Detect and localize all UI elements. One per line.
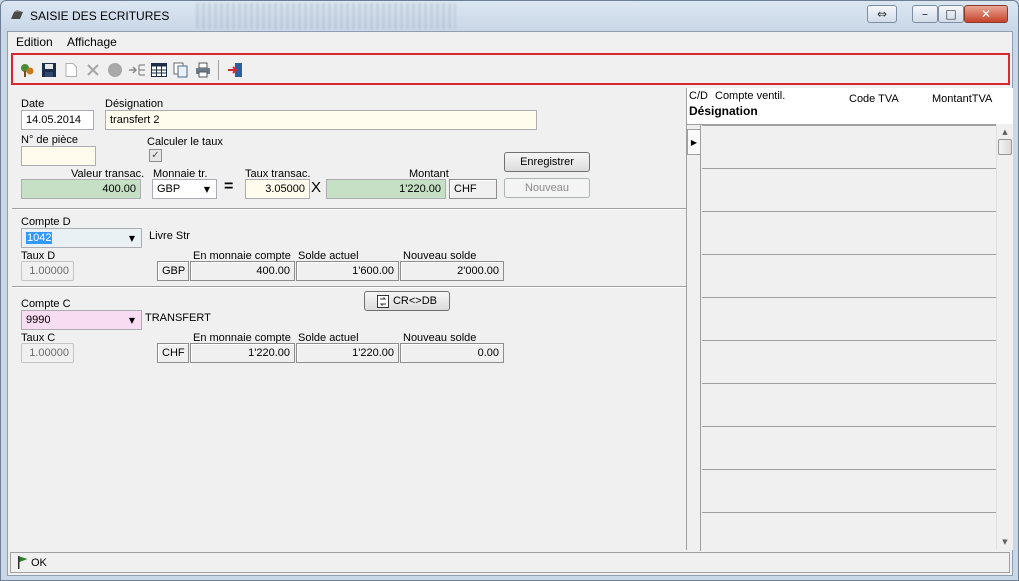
close-button[interactable]: ✕ [964,5,1008,23]
window-title: SAISIE DES ECRITURES [30,9,170,23]
maximize-button[interactable]: □ [938,5,964,23]
en-monnaie-d-value: 400.00 [190,261,295,281]
chevron-down-icon[interactable]: ▼ [200,182,214,196]
col-compte-ventil[interactable]: Compte ventil. [715,90,785,102]
tree-icon[interactable] [18,61,36,79]
app-icon [11,10,23,19]
menu-bar: Edition Affichage [8,32,1012,51]
save-icon[interactable] [40,61,58,79]
compte-c-label: Compte C [21,298,71,310]
compte-d-value: 1042 [26,232,53,244]
copy-icon[interactable] [172,61,190,79]
piece-label: N° de pièce [21,134,78,146]
divider-2 [12,286,686,288]
toolbar [11,53,1010,85]
print-icon[interactable] [194,61,212,79]
app-window: SAISIE DES ECRITURES ⇔ – □ ✕ Edition Aff… [0,0,1019,581]
menu-affichage[interactable]: Affichage [67,35,117,49]
scroll-thumb[interactable] [998,139,1012,155]
row-selector-column: ▶ [687,125,701,551]
valeur-field[interactable]: 400.00 [21,179,141,199]
minimize-button[interactable]: – [912,5,938,23]
ventilation-grid: C/D Compte ventil. Code TVA MontantTVA D… [686,88,1013,551]
designation-label: Désignation [105,98,164,110]
current-row-arrow-icon[interactable]: ▶ [687,129,701,155]
compte-c-select[interactable]: 9990 ▼ [21,310,142,330]
col-designation[interactable]: Désignation [689,104,758,118]
grid-row [702,469,997,470]
col-montant-tva[interactable]: MontantTVA [932,93,992,105]
taux-d-field: 1.00000 [21,261,74,281]
times-sign: X [311,179,322,196]
scroll-down-icon[interactable]: ▼ [997,534,1013,550]
chevron-down-icon[interactable]: ▼ [125,313,139,327]
delete-icon[interactable] [84,61,102,79]
menu-edition[interactable]: Edition [16,35,53,49]
compte-c-currency: CHF [157,343,189,363]
compte-c-value: 9990 [26,314,51,326]
nouveau-solde-c-value: 0.00 [400,343,504,363]
piece-field[interactable] [21,146,96,166]
scroll-up-icon[interactable]: ▲ [997,124,1013,140]
solde-actuel-d-value: 1'600.00 [296,261,399,281]
col-cd[interactable]: C/D [689,90,708,102]
compte-d-select[interactable]: 1042 ▼ [21,228,142,248]
chevron-down-icon[interactable]: ▼ [125,231,139,245]
monnaie-select[interactable]: GBP ▼ [152,179,217,199]
save-button[interactable]: Enregistrer [504,152,590,172]
new-document-icon[interactable] [62,61,80,79]
grid-row [702,340,997,341]
title-ghost-text [196,3,456,29]
grid-row [702,512,997,513]
title-bar: SAISIE DES ECRITURES ⇔ – □ ✕ [1,1,1018,31]
client-area: Edition Affichage Date 14.05.2014 Désign… [7,31,1013,576]
col-code-tva[interactable]: Code TVA [849,93,899,105]
grid-row [702,383,997,384]
monnaie-value: GBP [157,183,181,195]
entry-form: Date 14.05.2014 Désignation transfert 2 … [12,88,686,550]
compte-d-label: Compte D [21,216,71,228]
equals-sign: = [224,178,234,195]
nouveau-solde-d-value: 2'000.00 [400,261,504,281]
new-button[interactable]: Nouveau [504,178,590,198]
grid-row [702,168,997,169]
compte-d-name: Livre Str [149,230,190,242]
solde-actuel-c-value: 1'220.00 [296,343,399,363]
compte-d-currency: GBP [157,261,189,281]
record-icon[interactable] [106,61,124,79]
swap-icon [376,294,389,308]
restore-arrows-button[interactable]: ⇔ [867,5,897,23]
grid-row [702,125,997,126]
grid-row [702,211,997,212]
vertical-scrollbar[interactable]: ▲ ▼ [996,124,1013,550]
table-icon[interactable] [150,61,168,79]
grid-body: ▶ [687,124,997,551]
grid-row [702,426,997,427]
montant-field[interactable]: 1'220.00 [326,179,446,199]
calc-rate-checkbox[interactable]: ✓ [149,149,162,162]
status-bar: OK [10,552,1010,573]
montant-currency: CHF [449,179,497,199]
grid-row [702,297,997,298]
toolbar-separator [218,60,219,80]
grid-row [702,254,997,255]
indent-icon[interactable] [128,61,146,79]
calc-rate-label: Calculer le taux [147,136,223,148]
date-field[interactable]: 14.05.2014 [21,110,94,130]
taux-c-field: 1.00000 [21,343,74,363]
flag-icon [18,556,28,569]
swap-cr-db-button[interactable]: CR<>DB [364,291,450,311]
en-monnaie-c-value: 1'220.00 [190,343,295,363]
designation-field[interactable]: transfert 2 [105,110,537,130]
taux-field[interactable]: 3.05000 [245,179,310,199]
swap-label: CR<>DB [392,295,438,307]
divider-1 [12,208,686,210]
grid-header: C/D Compte ventil. Code TVA MontantTVA D… [687,88,1013,124]
exit-icon[interactable] [226,61,244,79]
date-label: Date [21,98,45,110]
compte-c-name: TRANSFERT [145,312,211,324]
status-text: OK [31,557,47,569]
